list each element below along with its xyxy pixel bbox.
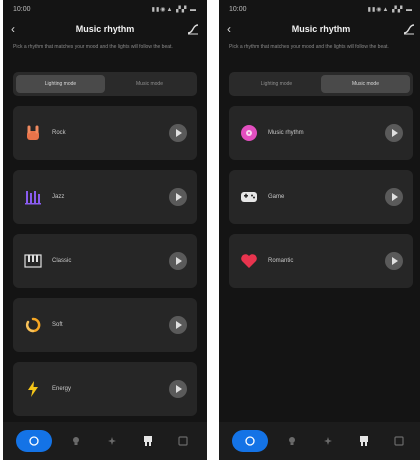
- nav-menu[interactable]: [172, 430, 194, 452]
- play-button[interactable]: [385, 124, 403, 142]
- nav-menu[interactable]: [388, 430, 410, 452]
- curve-settings-icon[interactable]: [403, 23, 415, 35]
- list-item-label: Energy: [52, 386, 72, 392]
- play-icon: [392, 129, 398, 137]
- device-icon: [143, 436, 152, 446]
- nav-scene[interactable]: [101, 430, 123, 452]
- list-item-energy[interactable]: Energy: [13, 362, 197, 416]
- list-item-music-rhythm[interactable]: Music rhythm: [229, 106, 413, 160]
- nav-device[interactable]: [137, 430, 159, 452]
- scene-icon: [323, 437, 332, 445]
- nav-bulb[interactable]: [65, 430, 87, 452]
- play-icon: [176, 321, 182, 329]
- tab-music-mode[interactable]: Music mode: [105, 75, 194, 93]
- tab-music-mode[interactable]: Music mode: [321, 75, 410, 93]
- bulb-icon: [289, 437, 296, 445]
- status-time: 10:00: [13, 5, 31, 13]
- mode-tabs: Lighting mode Music mode: [229, 72, 413, 96]
- list-item-label: Romantic: [268, 258, 294, 264]
- bulb-icon: [73, 437, 80, 445]
- rhythm-list: Music rhythm Game Romantic: [229, 106, 413, 288]
- status-time: 10:00: [229, 5, 247, 13]
- rock-hand-icon: [23, 123, 43, 143]
- menu-icon: [178, 436, 188, 446]
- back-arrow-icon[interactable]: ‹: [11, 22, 21, 36]
- nav-home[interactable]: [15, 430, 52, 452]
- nav-bulb[interactable]: [281, 430, 303, 452]
- bottom-navigation: [3, 422, 207, 460]
- list-item-label: Music rhythm: [268, 130, 304, 136]
- play-button[interactable]: [385, 252, 403, 270]
- list-item-game[interactable]: Game: [229, 170, 413, 224]
- mode-tabs: Lighting mode Music mode: [13, 72, 197, 96]
- play-icon: [392, 193, 398, 201]
- list-item-romantic[interactable]: Romantic: [229, 234, 413, 288]
- status-icons: ▮▮◉▲ ▞▞ ▬: [151, 6, 197, 13]
- lightning-icon: [23, 379, 43, 399]
- list-item-classic[interactable]: Classic: [13, 234, 197, 288]
- list-item-label: Game: [268, 194, 285, 200]
- home-icon: [29, 436, 39, 446]
- list-item-label: Soft: [52, 322, 63, 328]
- jazz-bars-icon: [23, 187, 43, 207]
- curve-settings-icon[interactable]: [187, 23, 199, 35]
- play-icon: [176, 193, 182, 201]
- nav-scene[interactable]: [317, 430, 339, 452]
- page-title: Music rhythm: [75, 24, 135, 34]
- status-bar: 10:00 ▮▮◉▲ ▞▞ ▬: [219, 0, 420, 18]
- soft-swirl-icon: [23, 315, 43, 335]
- description-text: Pick a rhythm that matches your mood and…: [13, 44, 173, 50]
- list-item-jazz[interactable]: Jazz: [13, 170, 197, 224]
- device-icon: [359, 436, 368, 446]
- play-button[interactable]: [169, 252, 187, 270]
- play-button[interactable]: [169, 316, 187, 334]
- play-icon: [176, 385, 182, 393]
- play-icon: [392, 257, 398, 265]
- rhythm-list: Rock Jazz Classic Soft Energy: [13, 106, 197, 416]
- play-icon: [176, 257, 182, 265]
- piano-keys-icon: [23, 251, 43, 271]
- title-bar: ‹ Music rhythm: [219, 18, 420, 40]
- nav-home[interactable]: [231, 430, 268, 452]
- back-arrow-icon[interactable]: ‹: [227, 22, 237, 36]
- home-icon: [245, 436, 255, 446]
- play-button[interactable]: [385, 188, 403, 206]
- screen-music-mode: 10:00 ▮▮◉▲ ▞▞ ▬ ‹ Music rhythm Pick a rh…: [219, 0, 420, 460]
- tab-lighting-mode[interactable]: Lighting mode: [232, 75, 321, 93]
- nav-device[interactable]: [353, 430, 375, 452]
- title-bar: ‹ Music rhythm: [3, 18, 207, 40]
- record-disc-icon: [239, 123, 259, 143]
- play-button[interactable]: [169, 380, 187, 398]
- list-item-soft[interactable]: Soft: [13, 298, 197, 352]
- list-item-label: Rock: [52, 130, 66, 136]
- play-button[interactable]: [169, 188, 187, 206]
- menu-icon: [394, 436, 404, 446]
- list-item-rock[interactable]: Rock: [13, 106, 197, 160]
- tab-lighting-mode[interactable]: Lighting mode: [16, 75, 105, 93]
- page-title: Music rhythm: [291, 24, 351, 34]
- status-bar: 10:00 ▮▮◉▲ ▞▞ ▬: [3, 0, 207, 18]
- gamepad-icon: [239, 187, 259, 207]
- list-item-label: Classic: [52, 258, 72, 264]
- play-button[interactable]: [169, 124, 187, 142]
- screen-lighting-mode: 10:00 ▮▮◉▲ ▞▞ ▬ ‹ Music rhythm Pick a rh…: [3, 0, 207, 460]
- list-item-label: Jazz: [52, 194, 65, 200]
- description-text: Pick a rhythm that matches your mood and…: [229, 44, 389, 50]
- status-icons: ▮▮◉▲ ▞▞ ▬: [367, 6, 413, 13]
- heart-lips-icon: [239, 251, 259, 271]
- scene-icon: [107, 437, 116, 445]
- bottom-navigation: [219, 422, 420, 460]
- play-icon: [176, 129, 182, 137]
